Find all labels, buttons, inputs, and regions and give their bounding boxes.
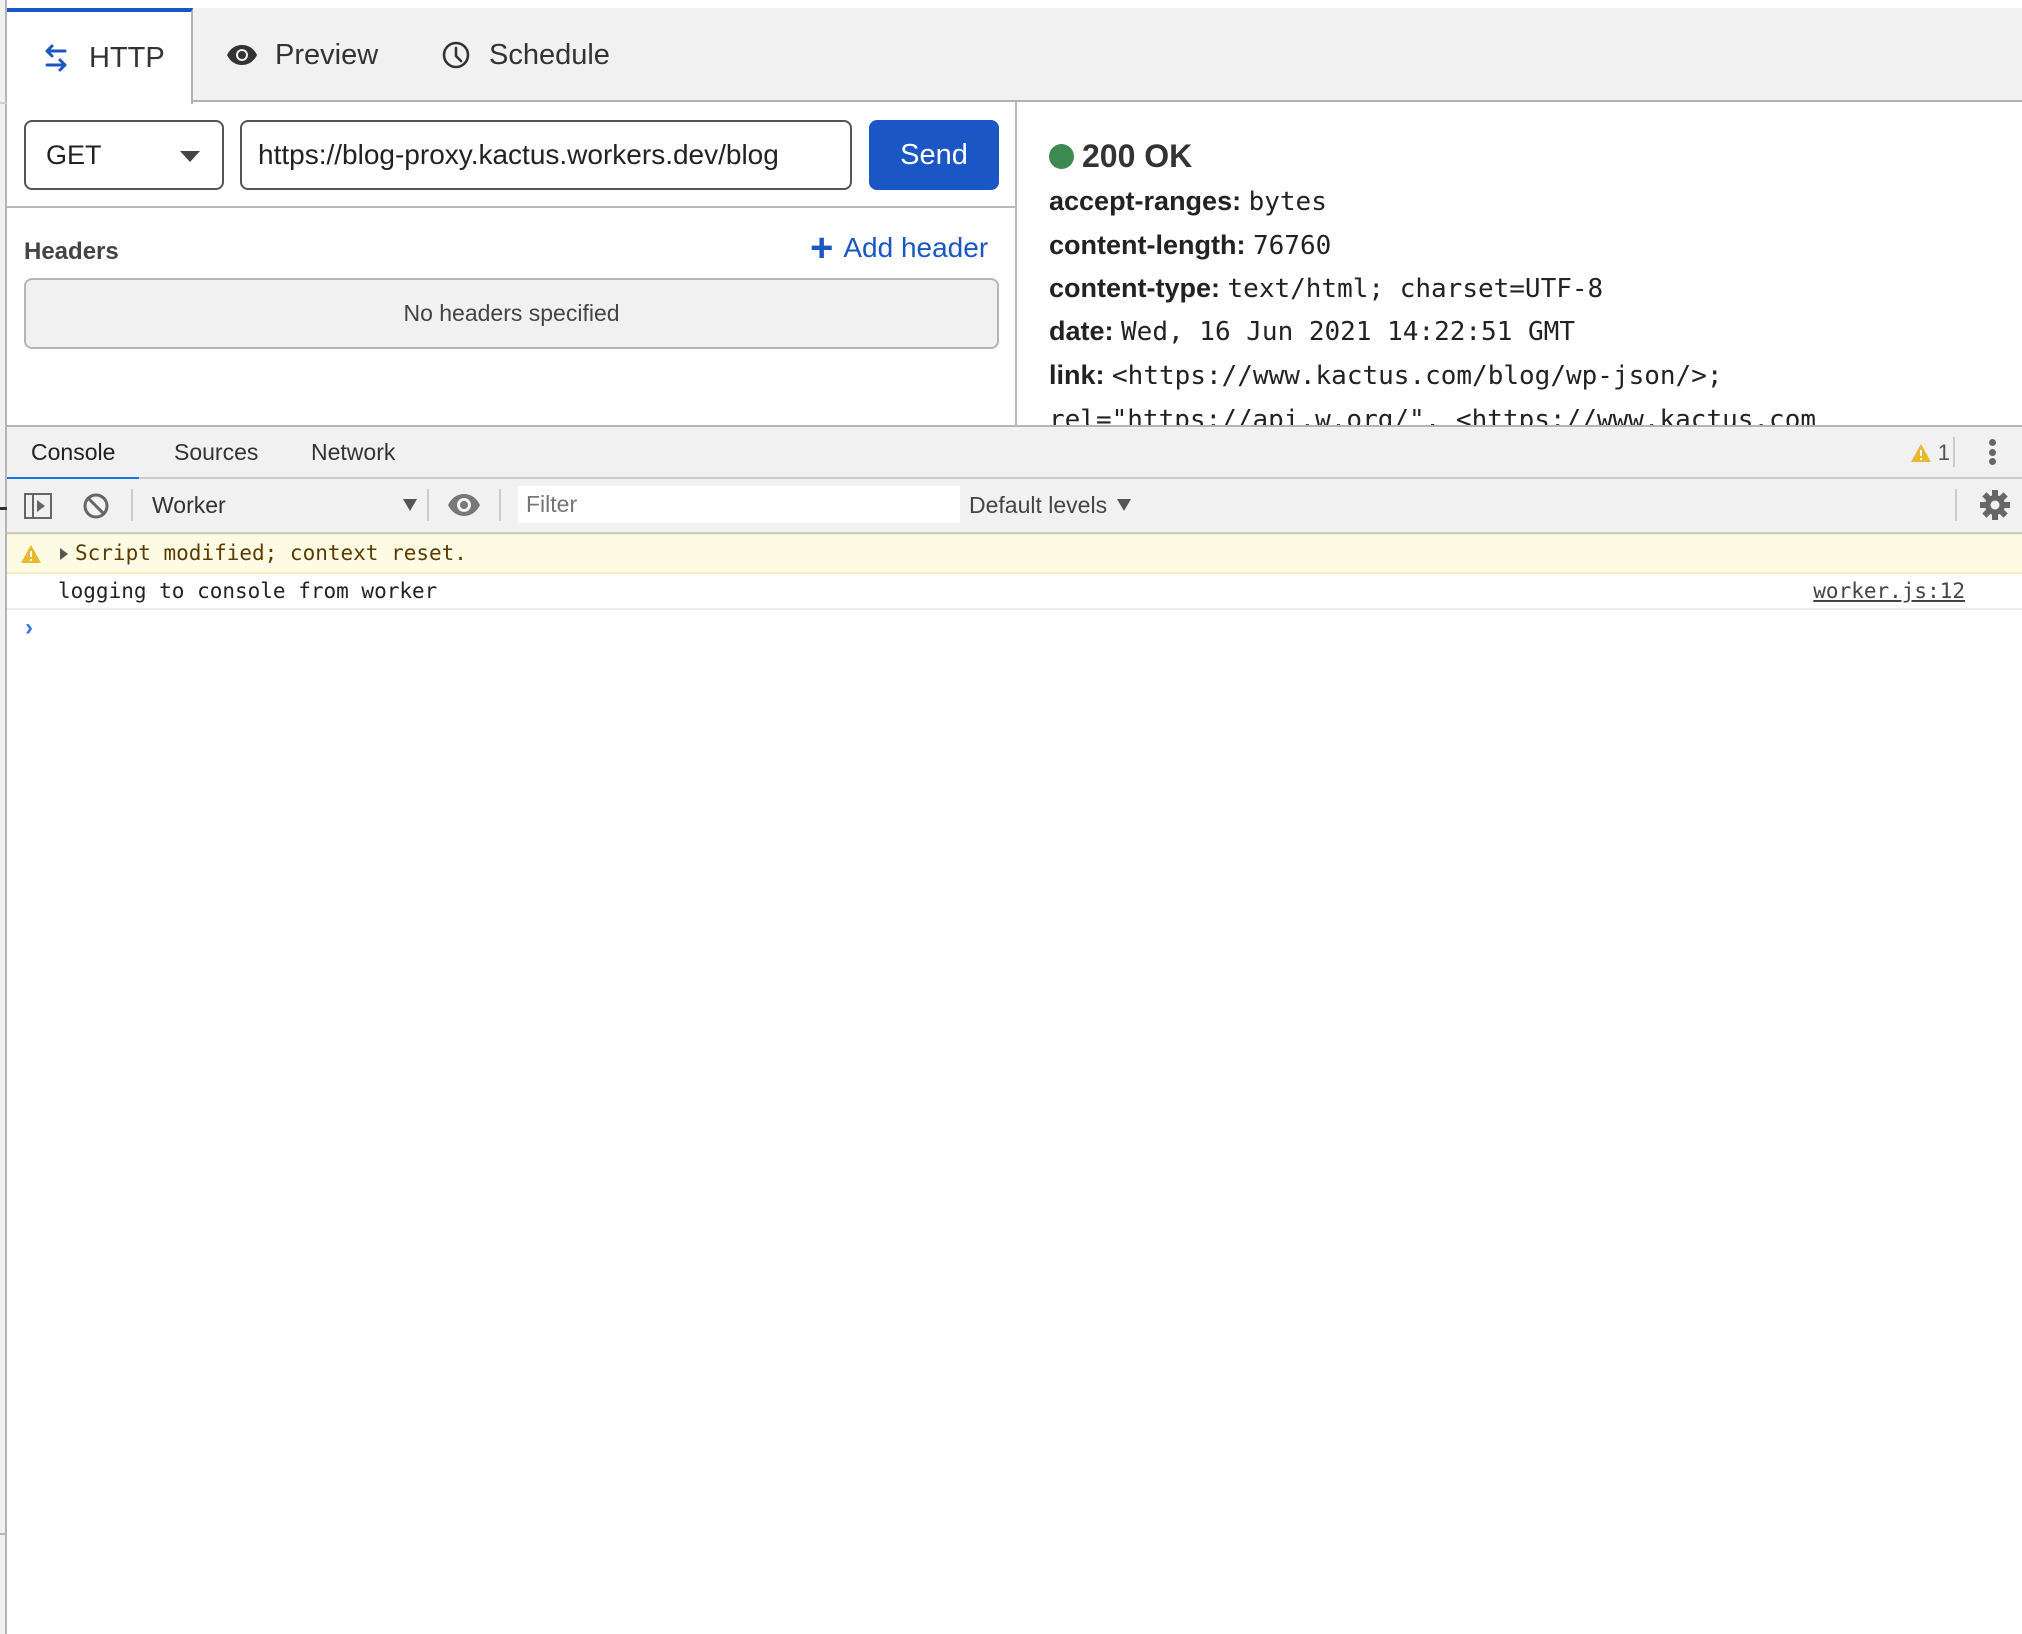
- response-header-row: content-length: 76760: [1049, 230, 1331, 261]
- more-options-icon[interactable]: [1982, 437, 2002, 467]
- response-header-row: link: <https://www.kactus.com/blog/wp-js…: [1049, 360, 1723, 391]
- method-select[interactable]: GET: [24, 120, 224, 190]
- header-value: Wed, 16 Jun 2021 14:22:51 GMT: [1121, 317, 1575, 347]
- log-text: logging to console from worker: [58, 579, 438, 603]
- console-toolbar: Worker Default levels: [7, 479, 2022, 534]
- header-key: link:: [1049, 360, 1105, 390]
- header-key: accept-ranges:: [1049, 186, 1242, 216]
- header-value: 76760: [1252, 231, 1332, 261]
- clear-console-icon[interactable]: [82, 492, 110, 520]
- tab-console[interactable]: Console: [7, 427, 140, 480]
- status-line: 200 OK: [1049, 138, 1192, 175]
- eye-icon[interactable]: [447, 491, 481, 519]
- arrows-left-right-icon: [39, 41, 73, 75]
- send-button[interactable]: Send: [869, 120, 999, 190]
- left-gutter: [0, 0, 7, 1634]
- warning-count-button[interactable]: 1: [1910, 440, 1950, 466]
- console-prompt[interactable]: ›: [7, 612, 2022, 646]
- separator: [1955, 489, 1957, 521]
- source-link[interactable]: worker.js:12: [1813, 579, 1965, 603]
- prompt-chevron-icon: ›: [25, 614, 33, 641]
- add-header-button[interactable]: + Add header: [810, 228, 988, 268]
- context-select[interactable]: Worker: [152, 485, 417, 525]
- tab-label: HTTP: [89, 41, 165, 74]
- warning-count: 1: [1937, 440, 1950, 465]
- tab-sources[interactable]: Sources: [150, 427, 282, 477]
- tab-label: Schedule: [489, 38, 610, 71]
- levels-value: Default levels: [969, 491, 1108, 518]
- separator: [1953, 437, 1955, 467]
- console-input[interactable]: [51, 612, 1955, 646]
- devtools-tab-bar: Console Sources Network 1: [7, 425, 2022, 480]
- sidebar-toggle-icon[interactable]: [24, 493, 52, 519]
- tab-http[interactable]: HTTP: [7, 8, 193, 104]
- response-header-row: accept-ranges: bytes: [1049, 186, 1327, 217]
- chevron-down-icon: [180, 151, 200, 162]
- context-value: Worker: [152, 491, 226, 518]
- tab-label: Preview: [275, 38, 379, 71]
- console-message-log: logging to console from worker worker.js…: [7, 574, 2022, 610]
- no-headers-text: No headers specified: [403, 300, 620, 326]
- gutter-divider: [0, 1533, 7, 1535]
- chevron-down-icon: [1117, 499, 1132, 511]
- separator: [427, 489, 429, 521]
- header-value: bytes: [1248, 187, 1327, 217]
- response-header-overflow: rel="https://api.w.org/", <https://www.k…: [1049, 404, 1816, 425]
- headers-empty-state: No headers specified: [24, 278, 999, 349]
- filter-input[interactable]: [518, 486, 960, 523]
- gear-icon[interactable]: [1978, 488, 2012, 522]
- status-text: 200 OK: [1082, 138, 1193, 174]
- status-dot-icon: [1049, 144, 1074, 169]
- gutter-divider: [0, 102, 7, 104]
- header-key: content-type:: [1049, 273, 1220, 303]
- method-value: GET: [46, 139, 102, 170]
- header-value: rel="https://api.w.org/", <https://www.k…: [1049, 405, 1817, 425]
- headers-label: Headers: [24, 238, 119, 265]
- tab-network[interactable]: Network: [287, 427, 419, 477]
- log-levels-select[interactable]: Default levels: [969, 485, 1132, 525]
- response-header-row: date: Wed, 16 Jun 2021 14:22:51 GMT: [1049, 316, 1575, 347]
- header-key: content-length:: [1049, 230, 1246, 260]
- add-header-label: Add header: [843, 232, 989, 263]
- tab-preview[interactable]: Preview: [225, 8, 378, 102]
- chevron-down-icon: [403, 499, 417, 511]
- top-tab-bar: HTTP Preview Schedule: [7, 8, 2022, 104]
- plus-icon: +: [810, 226, 834, 270]
- separator: [131, 489, 133, 521]
- url-input[interactable]: [240, 120, 852, 190]
- header-value: <https://www.kactus.com/blog/wp-json/>;: [1112, 361, 1723, 391]
- expand-triangle-icon[interactable]: [60, 548, 68, 560]
- console-message-warning: Script modified; context reset.: [7, 534, 2022, 574]
- tab-schedule[interactable]: Schedule: [439, 8, 610, 102]
- separator: [499, 489, 501, 521]
- header-key: date:: [1049, 316, 1114, 346]
- eye-icon: [225, 38, 259, 72]
- divider: [7, 206, 1016, 208]
- response-panel: 200 OK accept-ranges: bytes content-leng…: [1017, 102, 2022, 425]
- warning-icon: [1910, 444, 1931, 462]
- warning-text: Script modified; context reset.: [75, 541, 467, 565]
- header-value: text/html; charset=UTF-8: [1227, 274, 1604, 304]
- warning-icon: [21, 545, 41, 563]
- response-header-row: content-type: text/html; charset=UTF-8: [1049, 273, 1603, 304]
- clock-icon: [439, 38, 473, 72]
